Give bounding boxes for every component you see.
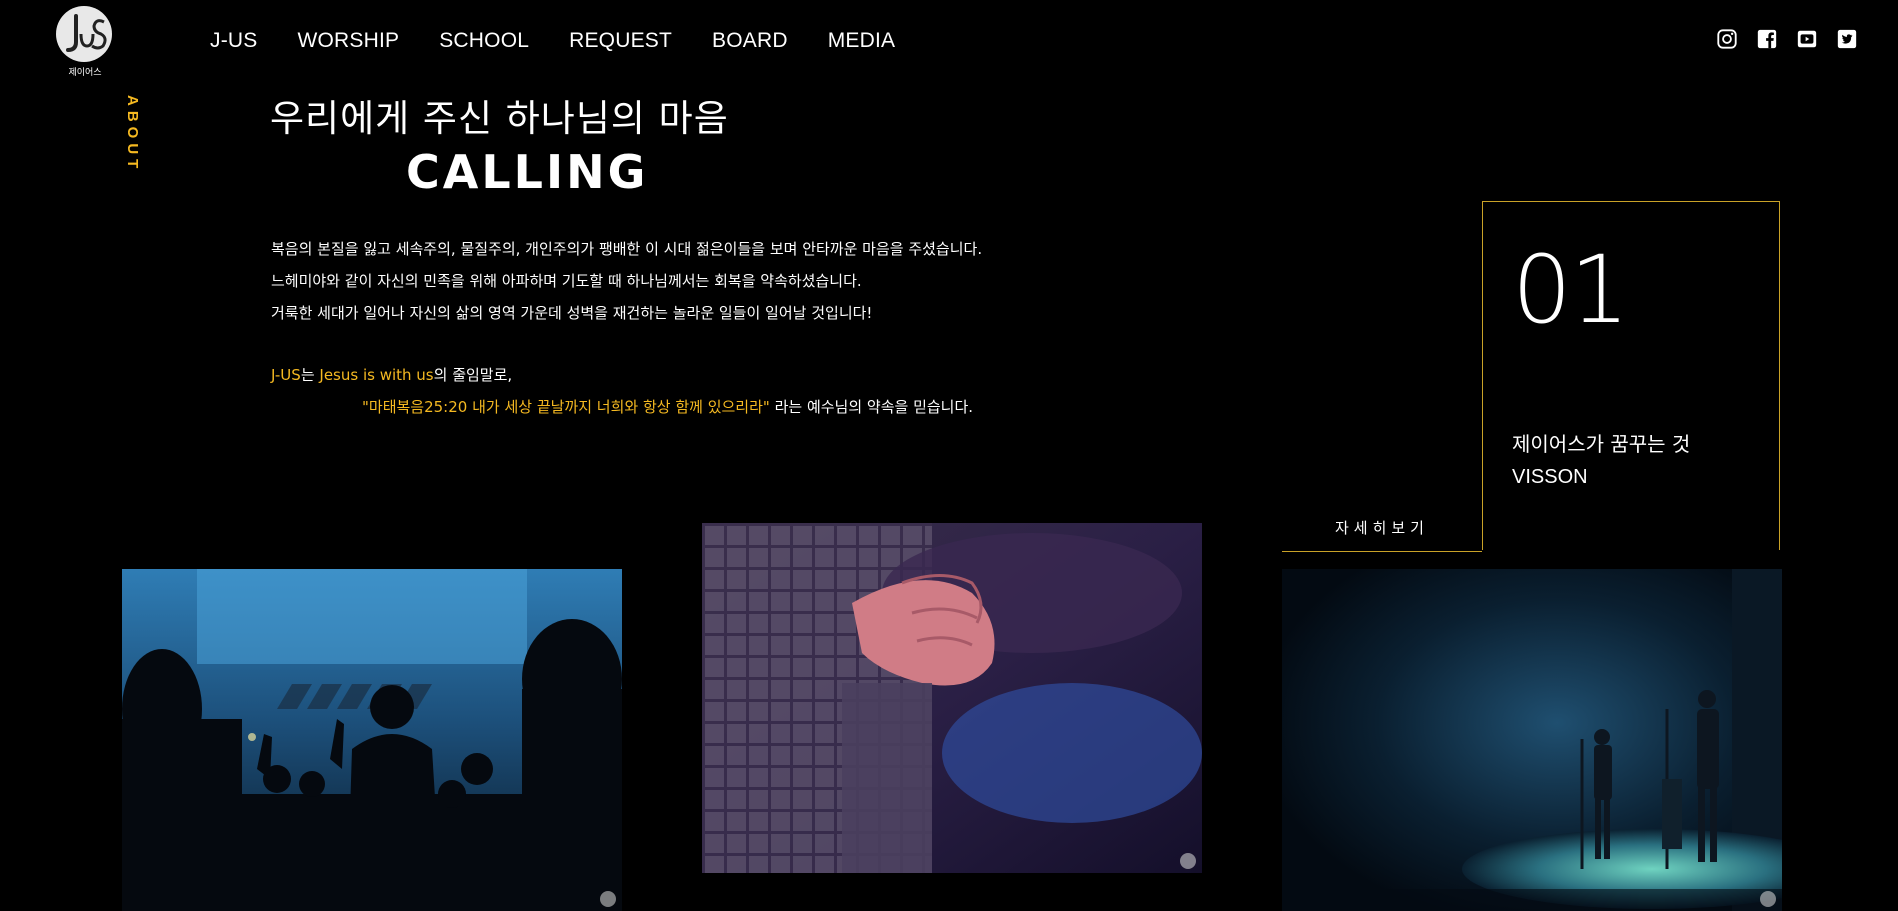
body-line-3: 거룩한 세대가 일어나 자신의 삶의 영역 가운데 성벽을 재건하는 놀라운 일… xyxy=(271,304,873,322)
watermark-icon xyxy=(600,891,616,907)
praying-hands-photo xyxy=(702,523,1202,873)
body-line-4: J-US는 Jesus is with us의 줄임말로, xyxy=(271,364,512,385)
logo-text: 제이어스 xyxy=(68,68,102,78)
body-text: 의 줄임말로, xyxy=(433,366,513,384)
facebook-icon[interactable] xyxy=(1756,28,1778,50)
body-line-2: 느헤미야와 같이 자신의 민족을 위해 아파하며 기도할 때 하나님께서는 회복… xyxy=(271,272,862,290)
meaning-highlight: Jesus is with us xyxy=(319,366,434,384)
page-title: CALLING xyxy=(406,145,649,199)
main-nav: J-US WORSHIP SCHOOL REQUEST BOARD MEDIA xyxy=(210,29,935,53)
watermark-icon xyxy=(1180,853,1196,869)
page-heading: 우리에게 주신 하나님의 마음 xyxy=(270,97,729,140)
instagram-icon[interactable] xyxy=(1716,28,1738,50)
more-details-link[interactable]: 자세히보기 xyxy=(1282,517,1482,552)
brand-highlight: J-US xyxy=(271,366,301,384)
watermark-icon xyxy=(1760,891,1776,907)
stage-performance-photo xyxy=(1282,569,1782,911)
logo-mark-icon xyxy=(66,14,107,52)
nav-item-request[interactable]: REQUEST xyxy=(569,29,672,53)
nav-item-worship[interactable]: WORSHIP xyxy=(297,29,399,53)
vision-card: 01 제이어스가 꿈꾸는 것 VISSON xyxy=(1482,201,1780,550)
worship-crowd-photo xyxy=(122,569,622,911)
card-number: 01 xyxy=(1512,236,1630,345)
body-text: 는 xyxy=(300,366,320,384)
body-line-1: 복음의 본질을 잃고 세속주의, 물질주의, 개인주의가 팽배한 이 시대 젊은… xyxy=(271,240,983,258)
body-text: 라는 예수님의 약속을 믿습니다. xyxy=(769,398,974,416)
twitter-icon[interactable] xyxy=(1836,28,1858,50)
scripture-quote: "마태복음25:20 내가 세상 끝날까지 너희와 항상 함께 있으리라" xyxy=(362,398,770,416)
nav-item-media[interactable]: MEDIA xyxy=(828,29,896,53)
nav-item-board[interactable]: BOARD xyxy=(712,29,788,53)
card-title: VISSON xyxy=(1512,466,1588,488)
nav-item-jus[interactable]: J-US xyxy=(210,29,257,53)
youtube-icon[interactable] xyxy=(1796,28,1818,50)
card-subtitle: 제이어스가 꿈꾸는 것 xyxy=(1512,432,1691,456)
section-label: ABOUT xyxy=(124,95,141,174)
social-links xyxy=(1698,28,1858,50)
nav-item-school[interactable]: SCHOOL xyxy=(439,29,529,53)
logo[interactable]: 제이어스 xyxy=(55,6,115,80)
body-line-5: "마태복음25:20 내가 세상 끝날까지 너희와 항상 함께 있으리라" 라는… xyxy=(362,396,973,417)
